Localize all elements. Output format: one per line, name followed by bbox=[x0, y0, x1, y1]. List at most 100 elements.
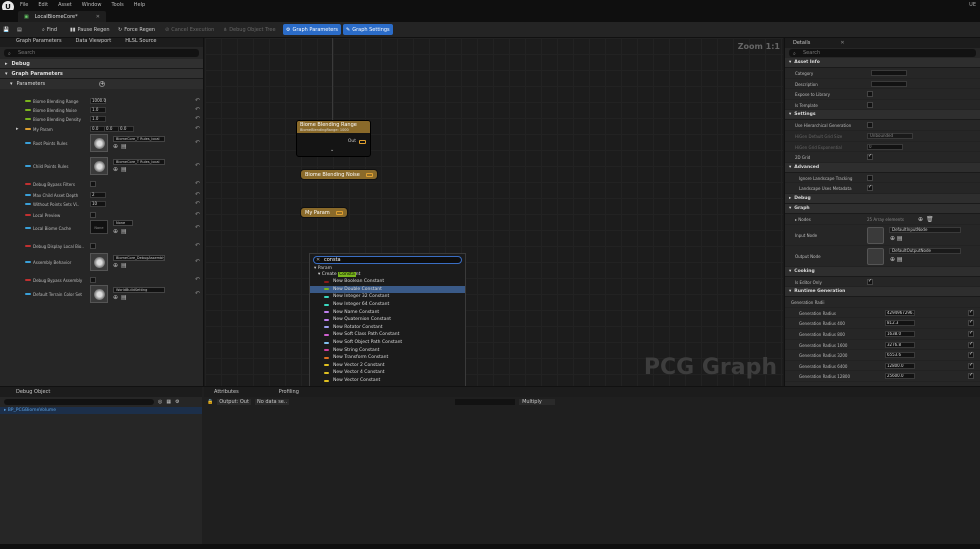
is-editor-only-checkbox[interactable] bbox=[867, 278, 873, 285]
default-grid-dropdown[interactable]: Unbounded bbox=[867, 132, 913, 139]
graph-parameters-button[interactable]: ⚙ Graph Parameters bbox=[283, 24, 342, 35]
cooking-section[interactable]: ▾ Cooking bbox=[785, 266, 980, 277]
context-menu-item[interactable]: New Double Constant bbox=[310, 285, 465, 294]
override-checkbox[interactable] bbox=[968, 319, 974, 327]
context-search-input[interactable]: ✕ consta bbox=[313, 256, 462, 264]
asset-info-section[interactable]: ▾ Asset Info bbox=[785, 58, 980, 68]
force-regen-button[interactable]: ↻ Force Regen bbox=[118, 25, 155, 35]
graph-parameters-section[interactable]: ▾ Graph Parameters bbox=[0, 69, 203, 79]
folder-icon[interactable]: ▤ bbox=[121, 262, 127, 269]
input-node-dropdown[interactable]: DefaultInputNode bbox=[889, 226, 961, 233]
out-pin[interactable]: Out bbox=[348, 139, 366, 144]
parameters-subsection[interactable]: ▾ Parameters + bbox=[0, 79, 203, 89]
reset-icon[interactable]: ↶ bbox=[195, 258, 200, 265]
reset-icon[interactable]: ↶ bbox=[195, 224, 200, 231]
lock-icon[interactable]: 🔒 bbox=[207, 399, 213, 405]
graph-settings-button[interactable]: ✎ Graph Settings bbox=[343, 24, 393, 35]
tab-profiling[interactable]: Profiling bbox=[279, 387, 299, 397]
reset-icon[interactable]: ↶ bbox=[195, 242, 200, 249]
context-menu-item[interactable]: New Transform Constant bbox=[310, 354, 465, 362]
debug-object-tab[interactable]: Debug Object bbox=[0, 387, 202, 397]
context-menu-item[interactable]: New Quaternion Constant bbox=[310, 316, 465, 324]
data-dropdown[interactable]: No data se.. bbox=[254, 399, 290, 405]
browse-icon[interactable]: ⊕ ▤ bbox=[890, 256, 903, 263]
my-param-node[interactable]: My Param bbox=[300, 207, 348, 218]
context-menu-item[interactable]: New Soft Object Path Constant bbox=[310, 339, 465, 347]
is-template-checkbox[interactable] bbox=[867, 101, 873, 108]
browse-icon[interactable]: ⊕ bbox=[113, 166, 118, 173]
runtime-generation-section[interactable]: ▾ Runtime Generation bbox=[785, 287, 980, 298]
context-menu-item[interactable]: New Soft Class Path Constant bbox=[310, 331, 465, 339]
graph-canvas[interactable]: Zoom 1:1 PCG Graph Biome Blending Range … bbox=[205, 38, 783, 386]
cancel-execution-button[interactable]: ⊘ Cancel Execution bbox=[165, 25, 214, 35]
override-checkbox[interactable] bbox=[968, 362, 974, 369]
override-checkbox[interactable] bbox=[968, 341, 974, 348]
close-icon[interactable]: ✕ bbox=[840, 40, 844, 46]
radius-field[interactable]: 812.3 bbox=[885, 320, 915, 327]
parameter-checkbox[interactable] bbox=[90, 181, 96, 187]
folder-icon[interactable]: ▤ bbox=[121, 294, 127, 301]
delete-icon[interactable]: 🗑 bbox=[926, 216, 934, 223]
find-button[interactable]: ⌕ Find bbox=[42, 25, 57, 35]
folder-icon[interactable]: ▤ bbox=[121, 143, 127, 150]
ignore-landscape-checkbox[interactable] bbox=[867, 174, 873, 181]
menu-item-window[interactable]: Window bbox=[82, 2, 102, 8]
radius-field[interactable]: 25600.0 bbox=[885, 373, 915, 380]
output-dropdown[interactable]: Output: Out bbox=[217, 399, 251, 405]
reset-icon[interactable]: ↶ bbox=[195, 211, 200, 218]
graph-section[interactable]: ▾ Graph bbox=[785, 203, 980, 214]
asset-dropdown[interactable]: WorldBuildSetting bbox=[113, 287, 165, 293]
context-menu-item[interactable]: New Vector 4 Constant bbox=[310, 369, 465, 377]
parameter-value-field[interactable]: 1.0 bbox=[90, 116, 106, 122]
parameter-value-field[interactable]: 2 bbox=[90, 192, 106, 198]
browse-icon[interactable]: ⊕ bbox=[113, 262, 118, 269]
close-icon[interactable]: ✕ bbox=[316, 257, 320, 263]
folder-icon[interactable]: ▤ bbox=[121, 228, 127, 235]
context-menu-item[interactable]: New Rotator Constant bbox=[310, 324, 465, 332]
asset-dropdown[interactable]: None bbox=[113, 220, 133, 226]
context-menu-item[interactable]: New String Constant bbox=[310, 346, 465, 354]
reset-icon[interactable]: ↶ bbox=[195, 125, 200, 132]
context-menu-item[interactable]: New Vector 2 Constant bbox=[310, 362, 465, 370]
radius-field[interactable]: 1638.0 bbox=[885, 330, 915, 337]
menu-item-edit[interactable]: Edit bbox=[38, 2, 48, 8]
reset-icon[interactable]: ↶ bbox=[195, 180, 200, 187]
browse-icon[interactable]: ⊕ bbox=[113, 294, 118, 301]
browse-icon[interactable]: ⊕ bbox=[113, 228, 118, 235]
parameter-value-field[interactable]: 10 bbox=[90, 201, 106, 207]
debug-section[interactable]: ▸ Debug bbox=[785, 193, 980, 204]
override-checkbox[interactable] bbox=[968, 309, 974, 316]
settings-section[interactable]: ▾ Settings bbox=[785, 110, 980, 121]
parameter-value-field[interactable]: 1.0 bbox=[90, 107, 106, 113]
tab-attributes[interactable]: Attributes bbox=[214, 387, 239, 397]
reset-icon[interactable]: ↶ bbox=[195, 276, 200, 283]
document-tab[interactable]: ▣ LocalBiomeCore* ✕ bbox=[18, 11, 106, 22]
folder-icon[interactable]: ▤ bbox=[121, 166, 127, 173]
reset-icon[interactable]: ↶ bbox=[195, 290, 200, 297]
browse-icon[interactable]: ⊕ bbox=[113, 143, 118, 150]
asset-dropdown[interactable]: BiomeCore_DebugAssemblyBehavior bbox=[113, 255, 165, 261]
pause-regen-button[interactable]: ▮▮ Pause Regen bbox=[70, 25, 110, 35]
multiply-field[interactable]: Multiply bbox=[519, 399, 556, 405]
landscape-metadata-checkbox[interactable] bbox=[867, 184, 873, 192]
context-menu-item[interactable]: New Vector Constant bbox=[310, 377, 465, 385]
context-menu-item[interactable]: New Integer 32 Constant bbox=[310, 293, 465, 301]
context-menu-item[interactable]: New Integer 64 Constant bbox=[310, 301, 465, 309]
add-parameter-icon[interactable]: + bbox=[99, 81, 106, 87]
chevron-down-icon[interactable]: ⌄ bbox=[330, 147, 334, 153]
browse-icon[interactable]: ⊕ ▤ bbox=[890, 235, 903, 242]
menu-item-tools[interactable]: Tools bbox=[111, 2, 123, 8]
reset-icon[interactable]: ↶ bbox=[195, 200, 200, 207]
menu-item-help[interactable]: Help bbox=[134, 2, 145, 8]
parameter-checkbox[interactable] bbox=[90, 243, 96, 249]
parameter-checkbox[interactable] bbox=[90, 212, 96, 218]
parameter-checkbox[interactable] bbox=[90, 277, 96, 283]
description-field[interactable] bbox=[871, 80, 907, 87]
parameters-search-input[interactable]: ⌕ Search bbox=[4, 49, 199, 57]
biome-blending-range-node[interactable]: Biome Blending Range BiomeBlendingRange:… bbox=[296, 120, 371, 157]
reset-icon[interactable]: ↶ bbox=[195, 139, 200, 146]
category-field[interactable] bbox=[871, 70, 907, 76]
parameter-value-field[interactable]: 1000.0 bbox=[90, 98, 106, 104]
close-icon[interactable]: ✕ bbox=[96, 14, 100, 20]
add-icon[interactable]: ⊕ bbox=[918, 216, 923, 223]
